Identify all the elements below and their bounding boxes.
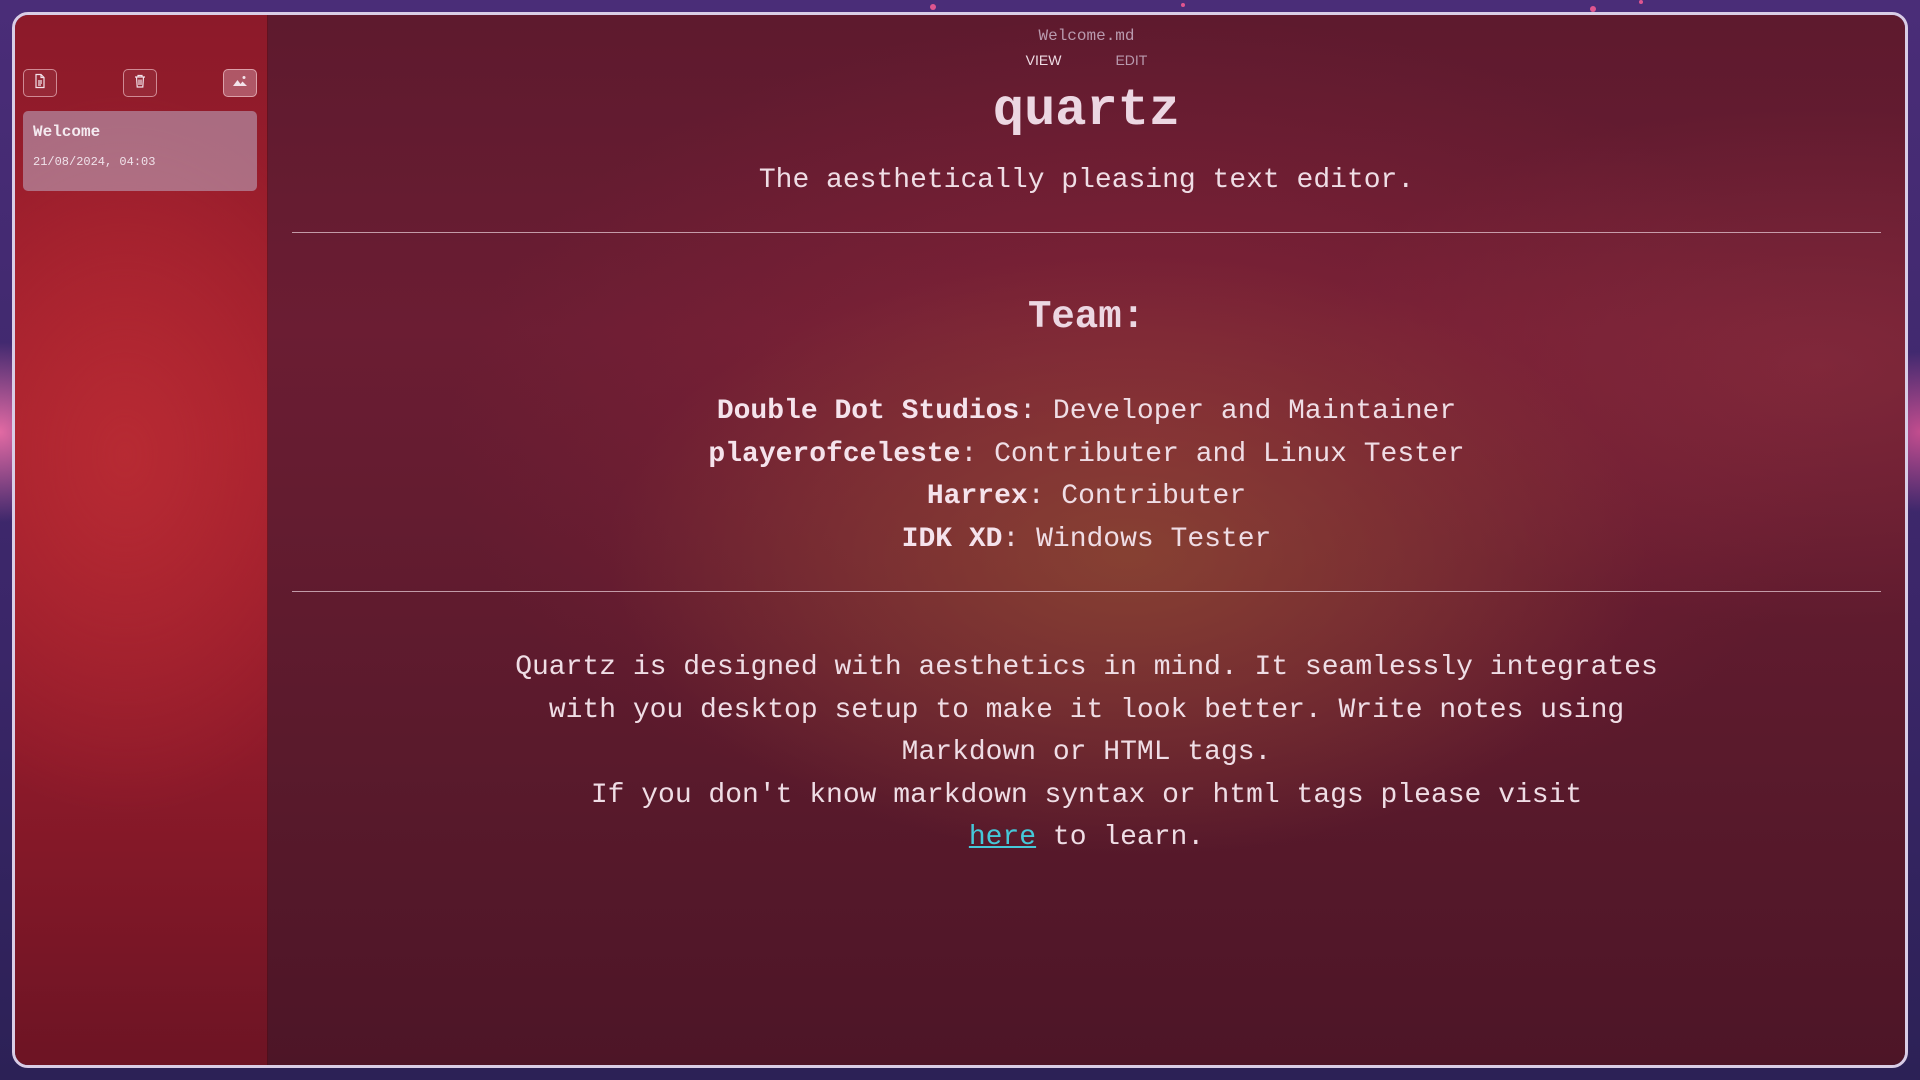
paragraph-line: here to learn. <box>268 817 1905 860</box>
team-member: IDK XD: Windows Tester <box>268 519 1905 562</box>
note-title: Welcome <box>33 123 101 141</box>
delete-note-button[interactable] <box>123 69 157 97</box>
team-member-name: playerofceleste <box>708 438 961 470</box>
learn-markdown-link[interactable]: here <box>969 822 1036 853</box>
paragraph-line: with you desktop setup to make it look b… <box>548 694 1625 726</box>
file-name: Welcome.md <box>1038 27 1135 45</box>
link-suffix: to learn. <box>1036 822 1205 853</box>
team-member: Double Dot Studios: Developer and Mainta… <box>268 391 1905 434</box>
wallpaper-star <box>1181 3 1185 7</box>
paragraph-line: If you don't know markdown syntax or htm… <box>590 779 1583 811</box>
image-icon <box>232 73 248 94</box>
wallpaper-star <box>930 4 936 10</box>
team-member-name: Harrex <box>926 481 1028 512</box>
team-member-name: Double Dot Studios <box>716 396 1020 427</box>
horizontal-rule <box>292 232 1881 233</box>
wallpaper-star <box>1639 0 1643 4</box>
tab-view[interactable]: VIEW <box>1026 52 1062 68</box>
tab-edit[interactable]: EDIT <box>1115 52 1147 68</box>
app-window: Welcome 21/08/2024, 04:03 Welcome.md VIE… <box>12 12 1908 1068</box>
team-member: playerofceleste: Contributer and Linux T… <box>268 434 1905 477</box>
file-icon <box>32 73 48 94</box>
note-date: 21/08/2024, 04:03 <box>33 155 156 169</box>
document-subtitle: The aesthetically pleasing text editor. <box>758 165 1415 196</box>
document-title: quartz <box>992 81 1181 140</box>
description-paragraph: Quartz is designed with aesthetics in mi… <box>268 647 1905 860</box>
editor-pane: Welcome.md VIEW EDIT quartz The aestheti… <box>268 15 1905 1065</box>
note-list-item[interactable]: Welcome 21/08/2024, 04:03 <box>23 111 257 191</box>
team-member-name: IDK XD <box>901 523 1003 555</box>
team-member: Harrex: Contributer <box>268 476 1905 519</box>
paragraph-line: Markdown or HTML tags. <box>901 737 1272 768</box>
team-member-role: : Windows Tester <box>1002 523 1272 555</box>
team-member-role: : Developer and Maintainer <box>1019 396 1457 427</box>
sidebar: Welcome 21/08/2024, 04:03 <box>15 15 268 1065</box>
team-heading: Team: <box>1027 295 1146 339</box>
mode-tabs: VIEW EDIT <box>268 52 1905 68</box>
sidebar-toolbar <box>23 69 259 97</box>
new-note-button[interactable] <box>23 69 57 97</box>
horizontal-rule <box>292 591 1881 592</box>
team-list: Double Dot Studios: Developer and Mainta… <box>268 391 1905 561</box>
team-member-role: : Contributer and Linux Tester <box>960 438 1465 470</box>
trash-icon <box>132 73 148 94</box>
team-member-role: : Contributer <box>1027 481 1247 512</box>
change-background-button[interactable] <box>223 69 257 97</box>
paragraph-line: Quartz is designed with aesthetics in mi… <box>515 652 1658 683</box>
